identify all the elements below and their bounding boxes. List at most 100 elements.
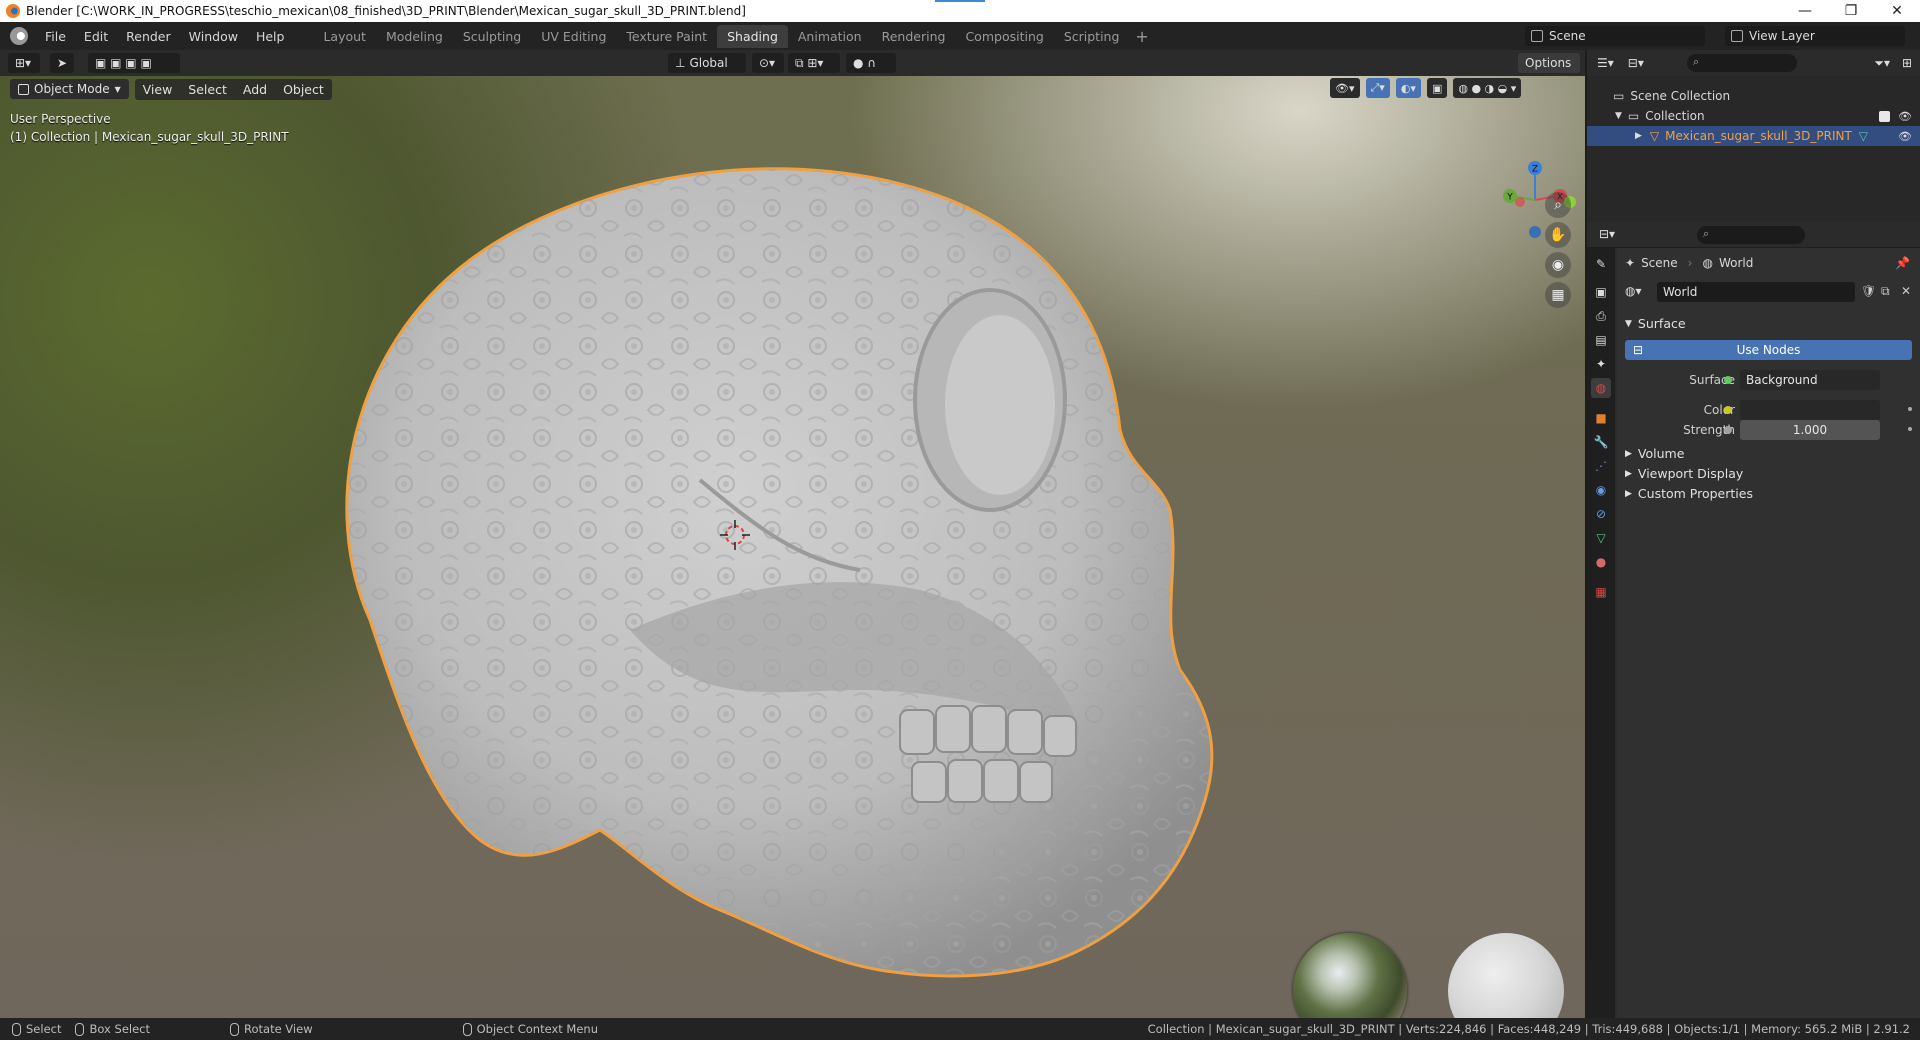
editor-type-icon[interactable]: ⊞▾: [8, 53, 40, 73]
display-mode-icon[interactable]: ⊟▾: [1628, 56, 1644, 70]
tab-sculpting[interactable]: Sculpting: [453, 25, 531, 48]
outliner-row-collection[interactable]: ▼ ▭ Collection 👁: [1587, 106, 1920, 126]
view-layer-tab-icon[interactable]: ▤: [1591, 330, 1611, 350]
world-name-field[interactable]: World: [1657, 282, 1855, 302]
viewport-display-panel-title: Viewport Display: [1637, 466, 1744, 481]
snap-icon[interactable]: ⧉ ⊞▾: [788, 53, 840, 73]
camera-view-icon[interactable]: ◉: [1545, 252, 1571, 278]
expand-arrow-icon[interactable]: ▶: [1635, 131, 1642, 141]
filter-icon[interactable]: ⏷▾: [1874, 56, 1890, 71]
scene-name: Scene: [1549, 29, 1586, 43]
render-tab-icon[interactable]: ▣: [1591, 282, 1611, 302]
tool-tab-icon[interactable]: ✎: [1591, 254, 1611, 274]
object-tab-icon[interactable]: ■: [1591, 408, 1611, 428]
zoom-icon[interactable]: ⌕: [1545, 192, 1571, 218]
tab-modeling[interactable]: Modeling: [376, 25, 453, 48]
tab-scripting[interactable]: Scripting: [1054, 25, 1130, 48]
menu-select[interactable]: Select: [180, 82, 235, 97]
add-workspace-button[interactable]: +: [1129, 27, 1154, 46]
volume-panel-header[interactable]: ▶ Volume: [1625, 446, 1684, 461]
exclude-checkbox[interactable]: [1879, 110, 1890, 122]
modifiers-tab-icon[interactable]: 🔧: [1591, 432, 1611, 452]
perspective-grid-icon[interactable]: ▦: [1545, 282, 1571, 308]
particles-tab-icon[interactable]: ⋰: [1591, 456, 1611, 476]
outliner-search-input[interactable]: ⌕: [1687, 54, 1797, 72]
tab-shading[interactable]: Shading: [717, 24, 788, 48]
surface-shader-field[interactable]: Background: [1740, 370, 1880, 390]
color-swatch[interactable]: [1740, 400, 1880, 420]
chevron-right-icon: ▶: [1625, 448, 1632, 459]
3d-viewport[interactable]: Z Y X ⌕ ✋ ◉ ▦: [0, 50, 1585, 1018]
blender-logo-icon[interactable]: [10, 27, 28, 45]
gizmo-toggle-icon[interactable]: ⤢▾: [1365, 78, 1390, 98]
transform-orientation-dropdown[interactable]: ⊥ Global: [668, 53, 746, 73]
constraints-tab-icon[interactable]: ⊘: [1591, 504, 1611, 524]
custom-properties-panel-header[interactable]: ▶ Custom Properties: [1625, 486, 1753, 501]
view-layer-selector[interactable]: View Layer: [1725, 26, 1905, 46]
pin-icon[interactable]: 📌: [1895, 256, 1910, 270]
menu-render[interactable]: Render: [117, 29, 180, 44]
menu-file[interactable]: File: [36, 29, 75, 44]
scene-selector[interactable]: Scene: [1525, 26, 1705, 46]
selection-mode-icons[interactable]: ▣ ▣ ▣ ▣: [88, 53, 180, 73]
close-button[interactable]: ✕: [1874, 0, 1920, 22]
3d-cursor-icon[interactable]: [720, 520, 750, 550]
overlays-icon[interactable]: ◐▾: [1395, 78, 1421, 98]
keyframe-dot-icon[interactable]: [1908, 427, 1912, 431]
properties-editor-icon[interactable]: ⊟▾: [1599, 227, 1615, 241]
unlink-world-icon[interactable]: ✕: [1901, 284, 1911, 298]
xray-icon[interactable]: ▣: [1426, 78, 1448, 98]
world-tab-icon[interactable]: ◍: [1591, 378, 1611, 398]
pivot-point-icon[interactable]: ⊙▾: [752, 53, 784, 73]
tab-texture-paint[interactable]: Texture Paint: [616, 25, 717, 48]
world-browse-icon[interactable]: ◍▾: [1625, 284, 1642, 298]
visibility-icon[interactable]: 👁▾: [1330, 78, 1360, 98]
surface-panel-header[interactable]: ▼ Surface: [1625, 316, 1686, 331]
physics-tab-icon[interactable]: ◉: [1591, 480, 1611, 500]
new-collection-icon[interactable]: ⊞: [1902, 56, 1912, 70]
expand-arrow-icon[interactable]: ▼: [1615, 111, 1622, 121]
scene-tab-icon[interactable]: ✦: [1591, 354, 1611, 374]
pan-hand-icon[interactable]: ✋: [1545, 222, 1571, 248]
tab-layout[interactable]: Layout: [313, 25, 376, 48]
shading-modes-icon[interactable]: ◍ ● ◑ ◒ ▾: [1453, 78, 1522, 98]
color-socket-icon: [1724, 406, 1732, 414]
menu-window[interactable]: Window: [180, 29, 247, 44]
search-icon: ⌕: [1703, 227, 1710, 240]
visibility-eye-icon[interactable]: 👁: [1898, 110, 1912, 123]
strength-field[interactable]: 1.000: [1740, 420, 1880, 440]
tab-uv-editing[interactable]: UV Editing: [531, 25, 616, 48]
proportional-edit-icon[interactable]: ● ∩: [846, 53, 896, 73]
visibility-eye-icon[interactable]: 👁: [1898, 130, 1912, 143]
use-nodes-button[interactable]: ⊟ Use Nodes: [1625, 340, 1912, 360]
minimize-button[interactable]: —: [1782, 0, 1828, 22]
menu-add[interactable]: Add: [235, 82, 275, 97]
material-tab-icon[interactable]: ●: [1591, 552, 1611, 572]
menu-object[interactable]: Object: [275, 82, 332, 97]
status-context-menu-label: Object Context Menu: [476, 1022, 598, 1036]
mouse-left-icon: [12, 1022, 21, 1036]
scene-statistics: Collection | Mexican_sugar_skull_3D_PRIN…: [1147, 1022, 1910, 1036]
restore-button[interactable]: ❐: [1828, 0, 1874, 22]
viewport-display-panel-header[interactable]: ▶ Viewport Display: [1625, 466, 1743, 481]
data-tab-icon[interactable]: ▽: [1591, 528, 1611, 548]
duplicate-world-icon[interactable]: ⧉: [1881, 284, 1890, 299]
select-tool-icon[interactable]: ➤: [50, 53, 74, 73]
properties-search-input[interactable]: ⌕: [1697, 226, 1805, 244]
menu-view[interactable]: View: [135, 82, 181, 97]
outliner-row-scene-collection[interactable]: ▭ Scene Collection: [1587, 86, 1920, 106]
tab-compositing[interactable]: Compositing: [955, 25, 1053, 48]
sugar-skull-model[interactable]: [300, 150, 1240, 1010]
object-mode-dropdown[interactable]: Object Mode ▾: [10, 79, 129, 99]
outliner-editor-icon[interactable]: ☰▾: [1597, 56, 1614, 70]
options-dropdown[interactable]: Options: [1518, 53, 1580, 73]
keyframe-dot-icon[interactable]: [1908, 407, 1912, 411]
tab-animation[interactable]: Animation: [788, 25, 872, 48]
menu-help[interactable]: Help: [247, 29, 294, 44]
texture-tab-icon[interactable]: ▦: [1591, 582, 1611, 602]
outliner-row-object[interactable]: ▶ ▽ Mexican_sugar_skull_3D_PRINT ▽ 👁: [1587, 126, 1920, 146]
fake-user-icon[interactable]: 🛡: [1861, 284, 1876, 298]
tab-rendering[interactable]: Rendering: [872, 25, 956, 48]
output-tab-icon[interactable]: ⎙: [1591, 306, 1611, 326]
menu-edit[interactable]: Edit: [75, 29, 117, 44]
